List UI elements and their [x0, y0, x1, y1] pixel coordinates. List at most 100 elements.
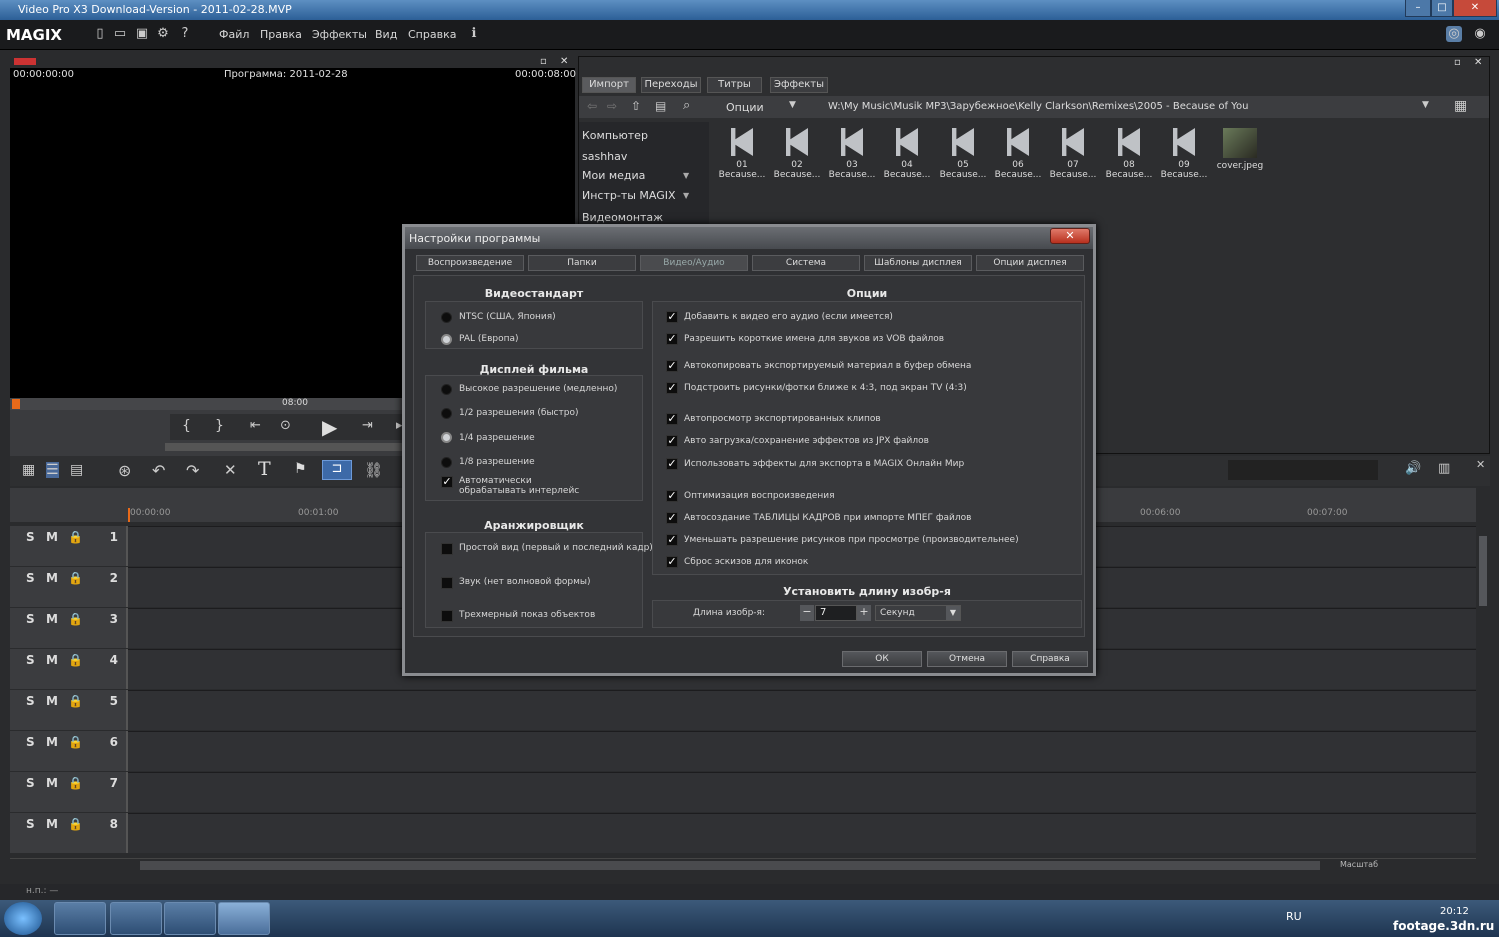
multicam-mode-icon[interactable]: ▤	[70, 462, 83, 478]
solo-button[interactable]: S	[26, 694, 35, 708]
file-item[interactable]: 04 Because...	[881, 128, 933, 180]
radio-high-res[interactable]	[441, 384, 452, 395]
checkbox-option[interactable]: ✓	[666, 458, 678, 470]
menu-edit[interactable]: Правка	[260, 28, 302, 41]
checkbox-option[interactable]: ✓	[666, 333, 678, 345]
menu-effects[interactable]: Эффекты	[312, 28, 367, 41]
solo-button[interactable]: S	[26, 653, 35, 667]
help-button[interactable]: Справка	[1012, 651, 1088, 667]
checkbox-option[interactable]: ✓	[666, 311, 678, 323]
checkbox-simple-view[interactable]	[441, 543, 453, 555]
cancel-button[interactable]: Отмена	[927, 651, 1007, 667]
track[interactable]	[10, 813, 1476, 853]
ok-button[interactable]: ОК	[842, 651, 922, 667]
checkbox-option[interactable]: ✓	[666, 490, 678, 502]
help-cursor-icon[interactable]: ?	[177, 26, 193, 42]
file-item[interactable]: 09 Because...	[1158, 128, 1210, 180]
language-indicator[interactable]: RU	[1286, 910, 1302, 923]
file-item[interactable]: 02 Because...	[771, 128, 823, 180]
mute-button[interactable]: M	[46, 735, 58, 749]
radio-quarter-res[interactable]	[441, 432, 452, 443]
mouse-mode-icon[interactable]: ⊛	[118, 461, 131, 480]
mark-in-icon[interactable]: {	[182, 418, 191, 434]
disc-icon[interactable]: ◉	[1472, 26, 1488, 42]
loop-play-icon[interactable]: ⊙	[280, 418, 291, 433]
file-item[interactable]: 05 Because...	[937, 128, 989, 180]
mute-button[interactable]: M	[46, 817, 58, 831]
redo-icon[interactable]: ↷	[186, 461, 199, 480]
checkbox-deinterlace[interactable]: ✓	[441, 476, 453, 488]
up-folder-icon[interactable]: ⇧	[631, 99, 641, 113]
link-icon[interactable]: ⛓	[364, 461, 383, 479]
taskbar-explorer-icon[interactable]	[110, 902, 162, 935]
menu-help[interactable]: Справка	[408, 28, 456, 41]
clock[interactable]: 20:12	[1440, 906, 1469, 917]
start-button[interactable]	[4, 902, 42, 935]
ripple-mode-icon[interactable]: ⊐	[322, 460, 352, 480]
checkbox-no-waveform[interactable]	[441, 577, 453, 589]
checkbox-3d-objects[interactable]	[441, 610, 453, 622]
tab-transitions[interactable]: Переходы	[641, 77, 701, 93]
mark-out-icon[interactable]: }	[215, 418, 224, 434]
tab-effects[interactable]: Эффекты	[770, 77, 828, 93]
file-item[interactable]: 03 Because...	[826, 128, 878, 180]
close-button[interactable]: ✕	[1453, 0, 1497, 17]
info-icon[interactable]: ℹ	[466, 26, 482, 42]
tree-item-user[interactable]: sashhav	[582, 150, 627, 163]
timeline-mode-icon[interactable]: ☰	[46, 462, 59, 478]
tree-item-video-editing[interactable]: Видеомонтаж	[582, 211, 663, 224]
solo-button[interactable]: S	[26, 612, 35, 626]
next-marker-icon[interactable]: ⇥	[362, 418, 373, 433]
solo-button[interactable]: S	[26, 530, 35, 544]
tree-item-my-media[interactable]: Мои медиа	[582, 169, 645, 182]
solo-button[interactable]: S	[26, 817, 35, 831]
delete-icon[interactable]: ✕	[224, 461, 237, 479]
tab-titles[interactable]: Титры	[707, 77, 762, 93]
vertical-scrollbar[interactable]	[1478, 526, 1488, 854]
radio-eighth-res[interactable]	[441, 457, 452, 468]
options-label[interactable]: Опции	[726, 101, 764, 114]
grid-view-icon[interactable]: ▦	[1454, 98, 1467, 114]
chevron-down-icon[interactable]: ▼	[946, 606, 960, 620]
folder-nav-icon[interactable]: ▤	[655, 99, 666, 113]
lock-icon[interactable]: 🔒	[68, 776, 83, 790]
tab-display-templates[interactable]: Шаблоны дисплея	[864, 255, 972, 271]
storyboard-mode-icon[interactable]: ▦	[22, 462, 35, 478]
scrollbar-thumb[interactable]	[1479, 536, 1487, 606]
increment-button[interactable]: +	[857, 605, 871, 621]
checkbox-option[interactable]: ✓	[666, 413, 678, 425]
path-dropdown-icon[interactable]: ▼	[1422, 100, 1429, 110]
jog-wheel[interactable]	[165, 443, 410, 451]
lock-icon[interactable]: 🔒	[68, 530, 83, 544]
scrollbar-thumb[interactable]	[140, 861, 1320, 870]
playhead-marker[interactable]	[128, 508, 130, 522]
taskbar-ie-icon[interactable]	[54, 902, 106, 935]
track[interactable]	[10, 772, 1476, 812]
back-arrow-icon[interactable]: ⇦	[587, 99, 597, 113]
solo-button[interactable]: S	[26, 571, 35, 585]
mute-button[interactable]: M	[46, 776, 58, 790]
lock-icon[interactable]: 🔒	[68, 653, 83, 667]
mute-button[interactable]: M	[46, 612, 58, 626]
checkbox-option[interactable]: ✓	[666, 534, 678, 546]
lock-icon[interactable]: 🔒	[68, 817, 83, 831]
play-icon[interactable]: ▶	[322, 415, 337, 439]
record-indicator-icon[interactable]	[14, 58, 36, 65]
maximize-button[interactable]: □	[1431, 0, 1453, 17]
minimize-button[interactable]: –	[1405, 0, 1431, 17]
radio-ntsc[interactable]	[441, 312, 452, 323]
image-length-input[interactable]: 7	[815, 605, 857, 621]
file-item[interactable]: 07 Because...	[1047, 128, 1099, 180]
checkbox-option[interactable]: ✓	[666, 360, 678, 372]
mute-button[interactable]: M	[46, 694, 58, 708]
horizontal-scrollbar[interactable]: Масштаб	[10, 858, 1476, 872]
playhead-marker[interactable]	[12, 399, 20, 409]
mute-button[interactable]: M	[46, 530, 58, 544]
file-item[interactable]: 01 Because...	[716, 128, 768, 180]
options-dropdown-icon[interactable]: ▼	[789, 100, 796, 110]
taskbar-magix-icon[interactable]	[218, 902, 270, 935]
mixer-icon[interactable]: ▥	[1438, 461, 1450, 476]
tree-item-computer[interactable]: Компьютер	[582, 129, 648, 142]
timeline-close-icon[interactable]: ✕	[1476, 458, 1485, 471]
checkbox-option[interactable]: ✓	[666, 382, 678, 394]
